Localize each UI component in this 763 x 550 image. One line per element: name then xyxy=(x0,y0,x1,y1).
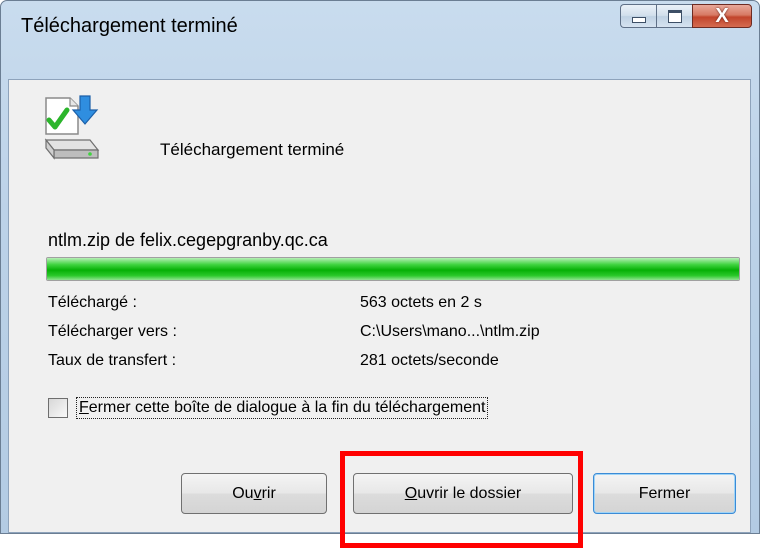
open-folder-accel: O xyxy=(404,484,418,502)
close-icon: X xyxy=(715,5,729,27)
download-progress-bar xyxy=(46,257,740,281)
open-button-accel: v xyxy=(253,484,262,502)
close-on-finish-text: ermer cette boîte de dialogue à la fin d… xyxy=(88,399,486,416)
titlebar[interactable]: Téléchargement terminé X xyxy=(1,1,759,41)
open-folder-button[interactable]: Ouvrir le dossier xyxy=(353,473,573,514)
close-on-finish-option[interactable]: Fermer cette boîte de dialogue à la fin … xyxy=(48,397,489,419)
rate-label: Taux de transfert : xyxy=(48,352,177,369)
open-folder-label: uvrir le dossier xyxy=(417,484,522,502)
progress-fill xyxy=(47,258,739,280)
maximize-button[interactable] xyxy=(656,4,692,28)
page: Téléchargement terminé X Téléchargement … xyxy=(0,0,763,550)
rate-value: 281 octets/seconde xyxy=(360,352,499,369)
close-on-finish-label[interactable]: Fermer cette boîte de dialogue à la fin … xyxy=(76,397,489,419)
download-source: ntlm.zip de felix.cegepgranby.qc.ca xyxy=(48,230,328,250)
header-status-text: Téléchargement terminé xyxy=(160,140,345,159)
close-window-button[interactable]: X xyxy=(692,4,752,28)
target-label: Télécharger vers : xyxy=(48,323,177,340)
target-value: C:\Users\mano...\ntlm.zip xyxy=(360,323,540,340)
window-title: Téléchargement terminé xyxy=(21,15,238,37)
downloaded-label: Téléchargé : xyxy=(48,294,137,311)
close-button[interactable]: Fermer xyxy=(593,473,736,514)
open-button[interactable]: Ou v rir xyxy=(181,473,327,514)
open-button-label-start: Ou xyxy=(232,484,254,502)
downloaded-value: 563 octets en 2 s xyxy=(360,294,482,311)
minimize-button[interactable] xyxy=(620,4,656,28)
download-complete-icon xyxy=(44,95,100,160)
close-on-finish-checkbox[interactable] xyxy=(48,398,68,418)
close-on-finish-accel: F xyxy=(79,399,89,416)
caption-buttons: X xyxy=(620,4,752,30)
maximize-icon xyxy=(667,9,682,23)
open-button-label-end: rir xyxy=(261,484,276,502)
minimize-icon xyxy=(631,17,646,23)
